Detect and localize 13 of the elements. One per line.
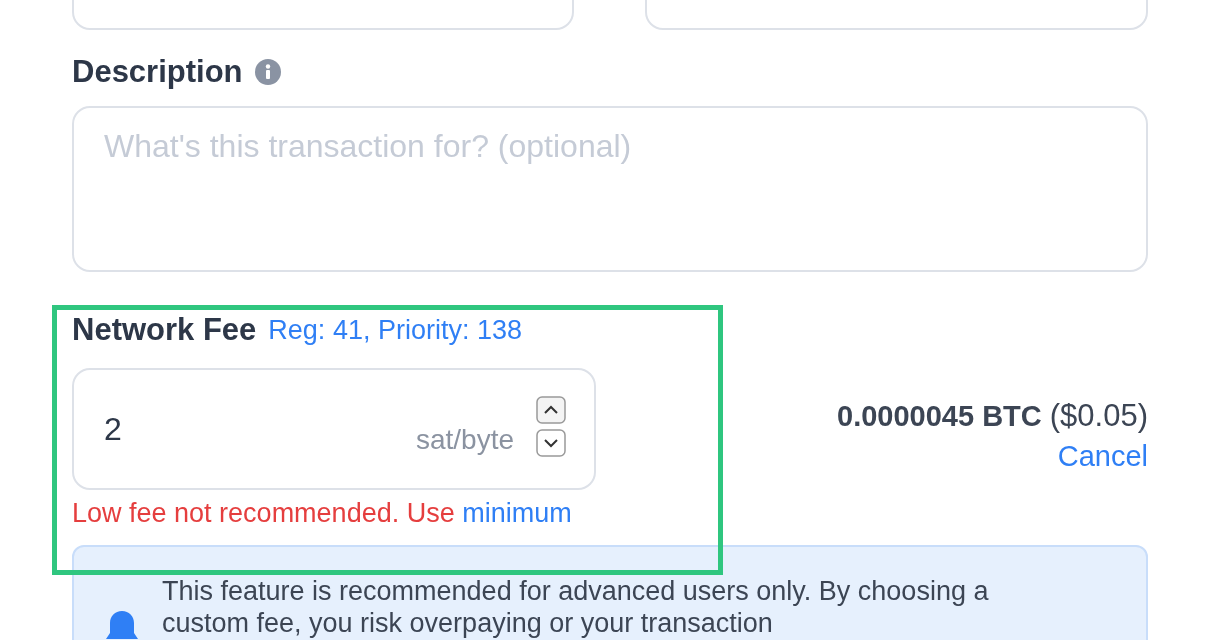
fee-amount: 0.0000045 BTC ($0.05) (837, 398, 1148, 434)
fee-hint: Reg: 41, Priority: 138 (268, 314, 522, 346)
notice-text: This feature is recommended for advanced users only. By choosing a custom fee, you risk overpaying or your transaction (162, 575, 990, 639)
spinner-icon[interactable] (536, 396, 566, 458)
bell-icon (104, 609, 140, 640)
cancel-link[interactable]: Cancel (1057, 440, 1148, 473)
minimum-link[interactable]: minimum (462, 498, 572, 528)
info-icon[interactable] (254, 59, 281, 85)
field-label: Network Fee (72, 312, 257, 348)
unit-label: sat/byte (415, 424, 514, 456)
warning-message: Low fee not recommended. Use minimum (72, 498, 573, 529)
field-label: Description (72, 54, 243, 90)
description-field[interactable]: What's this transaction for? (optional) (72, 106, 1148, 272)
